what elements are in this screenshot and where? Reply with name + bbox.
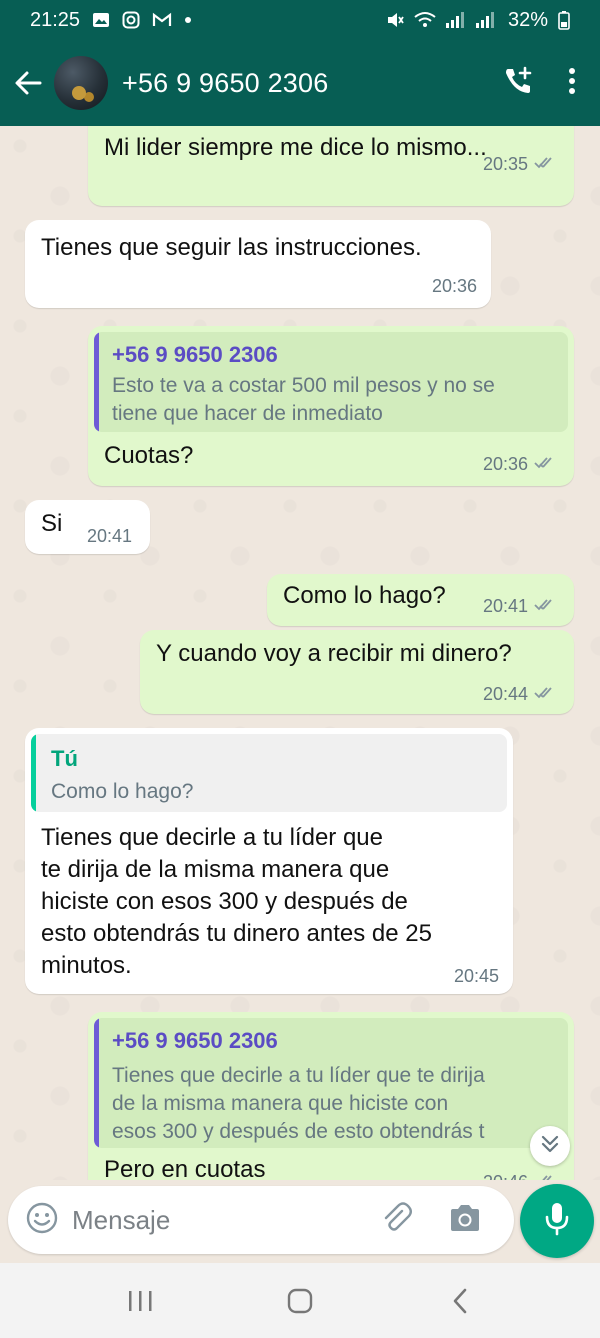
back-icon[interactable] (430, 1276, 490, 1326)
quote-text: de la misma manera que hiciste con (112, 1092, 449, 1115)
message-text: Cuotas? (104, 442, 194, 469)
gmail-icon (152, 12, 172, 28)
chat-area[interactable]: Mi lider siempre me dice lo mismo... 20:… (0, 126, 600, 1180)
gallery-icon (92, 11, 110, 29)
instagram-icon (122, 11, 140, 29)
double-check-icon (534, 454, 558, 475)
quote-bar (94, 332, 99, 432)
quote-text: Tienes que decirle a tu líder que te dir… (112, 1064, 485, 1087)
mute-icon (386, 11, 404, 29)
message-time: 20:45 (453, 966, 499, 986)
battery-icon (558, 10, 570, 30)
quote-author: +56 9 9650 2306 (112, 1028, 278, 1053)
message-outgoing[interactable]: Mi lider siempre me dice lo mismo... 20:… (88, 126, 574, 206)
message-text: te dirija de la misma manera que (41, 856, 390, 883)
composer (8, 1186, 514, 1254)
quote-text: Como lo hago? (51, 780, 194, 803)
message-time: 20:36 (482, 454, 528, 474)
message-text: Y cuando voy a recibir mi dinero? (156, 640, 512, 667)
signal-icon (445, 11, 498, 29)
recents-icon[interactable] (110, 1276, 170, 1326)
mic-icon (543, 1201, 571, 1242)
wifi-icon (414, 11, 436, 29)
message-outgoing[interactable]: Como lo hago? 20:41 (267, 574, 574, 626)
message-meta: 20:36 (483, 454, 558, 475)
message-text: Tienes que decirle a tu líder que (41, 824, 383, 851)
message-incoming[interactable]: Tienes que seguir las instrucciones. 20:… (25, 220, 491, 308)
avatar[interactable] (54, 56, 108, 110)
quote-author: +56 9 9650 2306 (112, 342, 278, 367)
scroll-down-button[interactable] (530, 1126, 570, 1166)
scroll-down-icon (539, 1133, 561, 1160)
message-text: esto obtendrás tu dinero antes de 25 (41, 920, 432, 947)
attach-icon[interactable] (380, 1201, 414, 1240)
quoted-message[interactable]: +56 9 9650 2306 Tienes que decirle a tu … (94, 1018, 568, 1148)
message-meta: 20:46 (483, 1172, 558, 1180)
more-vert-icon[interactable] (568, 67, 576, 100)
message-text: minutos. (41, 952, 132, 979)
message-time: 20:46 (483, 1172, 528, 1180)
message-meta: 20:35 (483, 154, 558, 175)
mic-button[interactable] (520, 1184, 594, 1258)
quoted-message[interactable]: +56 9 9650 2306 Esto te va a costar 500 … (94, 332, 568, 432)
quote-text: esos 300 y después de esto obtendrás t (112, 1120, 485, 1143)
message-time: 20:41 (87, 526, 133, 546)
quoted-message[interactable]: Tú Como lo hago? (31, 734, 507, 812)
status-bar: 21:25 32% (0, 0, 600, 40)
double-check-icon (534, 1172, 558, 1180)
emoji-icon[interactable] (26, 1202, 58, 1239)
clock: 21:25 (30, 8, 81, 31)
chat-header: +56 9 9650 2306 (0, 40, 600, 126)
message-meta: 20:41 (483, 596, 558, 617)
message-text: Tienes que seguir las instrucciones. (41, 234, 422, 261)
contact-name[interactable]: +56 9 9650 2306 (122, 68, 328, 99)
message-text: Pero en cuotas (104, 1156, 266, 1180)
message-outgoing[interactable]: +56 9 9650 2306 Tienes que decirle a tu … (88, 1012, 574, 1180)
battery-level: 32% (507, 8, 548, 31)
message-outgoing[interactable]: Y cuando voy a recibir mi dinero? 20:44 (140, 630, 574, 714)
message-input[interactable] (72, 1204, 362, 1236)
quote-author: Tú (51, 746, 78, 771)
message-incoming[interactable]: Si 20:41 (25, 500, 150, 554)
double-check-icon (534, 684, 558, 705)
message-text: Como lo hago? (283, 582, 446, 609)
message-meta: 20:44 (483, 684, 558, 705)
message-incoming[interactable]: Tú Como lo hago? Tienes que decirle a tu… (25, 728, 513, 994)
message-text: hiciste con esos 300 y después de (41, 888, 408, 915)
quote-text: Esto te va a costar 500 mil pesos y no s… (112, 374, 495, 397)
message-time: 20:41 (482, 596, 528, 616)
quote-text: tiene que hacer de inmediato (112, 402, 383, 425)
back-arrow-icon[interactable] (10, 65, 46, 101)
system-nav-bar (0, 1263, 600, 1338)
home-icon[interactable] (270, 1276, 330, 1326)
add-call-icon[interactable] (502, 65, 534, 102)
message-time: 20:44 (482, 684, 528, 704)
message-text: Mi lider siempre me dice lo mismo... (104, 134, 487, 161)
double-check-icon (534, 154, 558, 175)
camera-icon[interactable] (448, 1203, 482, 1238)
message-text: Si (41, 510, 63, 537)
double-check-icon (534, 596, 558, 617)
message-time: 20:36 (431, 276, 477, 296)
quote-bar (31, 734, 36, 812)
notification-dot-icon (184, 16, 192, 24)
quote-bar (94, 1018, 99, 1148)
message-time: 20:35 (482, 154, 528, 174)
message-outgoing[interactable]: +56 9 9650 2306 Esto te va a costar 500 … (88, 326, 574, 486)
